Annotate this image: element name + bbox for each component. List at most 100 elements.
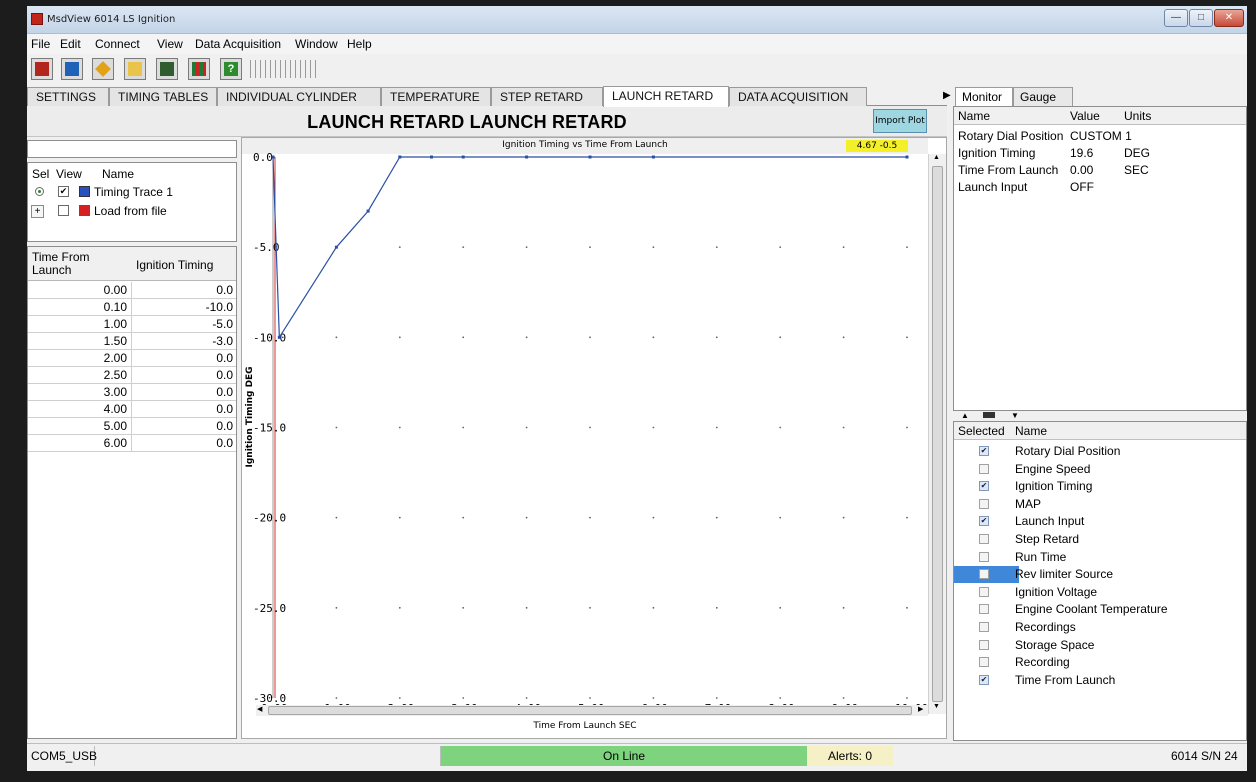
channel-row[interactable]: Engine Coolant Temperature bbox=[954, 601, 1246, 618]
channel-row[interactable]: Ignition Voltage bbox=[954, 584, 1246, 601]
time-cell[interactable]: 1.00 bbox=[28, 316, 132, 333]
help-icon[interactable]: ? bbox=[220, 58, 242, 80]
channel-row[interactable]: Rev limiter Source bbox=[954, 566, 1246, 584]
data-point[interactable] bbox=[525, 155, 529, 159]
chart-horizontal-scrollbar[interactable]: ◀ ▶ bbox=[256, 705, 928, 716]
table-row[interactable]: 3.00 0.0 bbox=[28, 384, 236, 401]
minimize-button[interactable]: — bbox=[1164, 9, 1188, 27]
channel-row[interactable]: ✔ Launch Input bbox=[954, 513, 1246, 530]
time-cell[interactable]: 6.00 bbox=[28, 435, 132, 452]
chart-icon[interactable] bbox=[31, 58, 53, 80]
channel-checkbox[interactable]: ✔ bbox=[979, 481, 989, 492]
channel-row[interactable]: Run Time bbox=[954, 549, 1246, 566]
table-row[interactable]: 6.00 0.0 bbox=[28, 435, 236, 452]
maximize-button[interactable]: □ bbox=[1189, 9, 1213, 27]
trace-name[interactable]: Load from file bbox=[94, 204, 167, 218]
collapse-up-icon[interactable]: ▲ bbox=[961, 411, 969, 420]
channel-checkbox[interactable]: ✔ bbox=[979, 446, 989, 456]
data-point[interactable] bbox=[334, 245, 338, 249]
channel-checkbox[interactable] bbox=[979, 657, 989, 668]
trace-select-radio[interactable] bbox=[35, 187, 44, 196]
chart-edit-icon[interactable] bbox=[61, 58, 83, 80]
channel-row[interactable]: Engine Speed bbox=[954, 461, 1246, 478]
trace-row[interactable]: + Load from file bbox=[28, 202, 236, 220]
scroll-right-icon[interactable]: ▶ bbox=[918, 705, 923, 713]
close-button[interactable]: ✕ bbox=[1214, 9, 1244, 27]
tab-data-acquisition[interactable]: DATA ACQUISITION bbox=[729, 87, 867, 106]
scroll-left-icon[interactable]: ◀ bbox=[257, 705, 262, 713]
data-point[interactable] bbox=[271, 155, 275, 159]
import-plot-button[interactable]: Import Plot bbox=[873, 109, 927, 133]
table-row[interactable]: 5.00 0.0 bbox=[28, 418, 236, 435]
time-cell[interactable]: 4.00 bbox=[28, 401, 132, 418]
channel-row[interactable]: ✔ Ignition Timing bbox=[954, 478, 1246, 495]
channel-row[interactable]: ✔ Time From Launch bbox=[954, 672, 1246, 689]
splitter-grip-icon[interactable] bbox=[983, 412, 995, 418]
channel-checkbox[interactable] bbox=[979, 622, 989, 632]
tab-launch-retard[interactable]: LAUNCH RETARD bbox=[603, 86, 729, 107]
timing-cell[interactable]: 0.0 bbox=[132, 418, 236, 435]
channel-checkbox[interactable] bbox=[979, 639, 989, 650]
data-point[interactable] bbox=[366, 209, 370, 213]
channel-row[interactable]: MAP bbox=[954, 496, 1246, 513]
channel-checkbox[interactable] bbox=[979, 551, 989, 562]
menu-view[interactable]: View bbox=[157, 37, 183, 51]
channel-row[interactable]: Step Retard bbox=[954, 531, 1246, 548]
tab-individual-cylinder[interactable]: INDIVIDUAL CYLINDER bbox=[217, 87, 381, 106]
collapse-down-icon[interactable]: ▼ bbox=[1011, 411, 1019, 420]
scroll-up-icon[interactable]: ▲ bbox=[933, 154, 940, 161]
data-point[interactable] bbox=[651, 155, 655, 159]
channel-checkbox[interactable] bbox=[979, 463, 989, 474]
ignition-timing-chart[interactable]: 0.0-5.0-10.0-15.0-20.0-25.0-30.00.001.00… bbox=[242, 138, 928, 720]
chart-vertical-scrollbar[interactable]: ▲ ▼ bbox=[928, 154, 946, 714]
trace-filter-field[interactable] bbox=[27, 140, 237, 158]
timing-cell[interactable]: 0.0 bbox=[132, 367, 236, 384]
timing-cell[interactable]: -3.0 bbox=[132, 333, 236, 350]
time-cell[interactable]: 0.10 bbox=[28, 299, 132, 316]
data-point[interactable] bbox=[277, 335, 281, 339]
diamond-icon[interactable] bbox=[92, 58, 114, 80]
data-point[interactable] bbox=[461, 155, 465, 159]
channel-checkbox[interactable] bbox=[979, 498, 989, 509]
channel-row[interactable]: Recordings bbox=[954, 619, 1246, 636]
grid-icon[interactable] bbox=[188, 58, 210, 80]
save-icon[interactable] bbox=[156, 58, 178, 80]
channel-checkbox[interactable] bbox=[979, 569, 989, 580]
tab-gauge-1[interactable]: Gauge 1 bbox=[1013, 87, 1073, 122]
channel-checkbox[interactable]: ✔ bbox=[979, 516, 989, 527]
trace-view-checkbox[interactable] bbox=[58, 205, 69, 216]
scroll-down-icon[interactable]: ▼ bbox=[933, 703, 940, 710]
time-cell[interactable]: 0.00 bbox=[28, 282, 132, 299]
table-row[interactable]: 0.00 0.0 bbox=[28, 282, 236, 299]
timing-cell[interactable]: 0.0 bbox=[132, 282, 236, 299]
channel-row[interactable]: Storage Space bbox=[954, 637, 1246, 654]
trace-color-swatch[interactable] bbox=[79, 186, 90, 197]
time-cell[interactable]: 5.00 bbox=[28, 418, 132, 435]
timing-cell[interactable]: -5.0 bbox=[132, 316, 236, 333]
channel-checkbox[interactable] bbox=[979, 586, 989, 597]
data-point[interactable] bbox=[588, 155, 592, 159]
table-row[interactable]: 2.50 0.0 bbox=[28, 367, 236, 384]
vertical-scroll-thumb[interactable] bbox=[932, 166, 943, 702]
table-row[interactable]: 0.10 -10.0 bbox=[28, 299, 236, 316]
table-row[interactable]: 4.00 0.0 bbox=[28, 401, 236, 418]
table-row[interactable]: 1.00 -5.0 bbox=[28, 316, 236, 333]
tab-step-retard[interactable]: STEP RETARD bbox=[491, 87, 603, 106]
add-trace-button[interactable]: + bbox=[31, 205, 44, 218]
tab-monitor[interactable]: Monitor bbox=[955, 87, 1013, 106]
channel-row[interactable]: Recording bbox=[954, 654, 1246, 671]
time-cell[interactable]: 3.00 bbox=[28, 384, 132, 401]
channel-checkbox[interactable]: ✔ bbox=[979, 674, 989, 685]
trace-color-swatch[interactable] bbox=[79, 205, 90, 216]
status-alerts[interactable]: Alerts: 0 bbox=[807, 746, 893, 766]
timing-cell[interactable]: 0.0 bbox=[132, 435, 236, 452]
table-row[interactable]: 1.50 -3.0 bbox=[28, 333, 236, 350]
horizontal-scroll-thumb[interactable] bbox=[268, 706, 912, 715]
menu-help[interactable]: Help bbox=[347, 37, 372, 51]
time-cell[interactable]: 2.50 bbox=[28, 367, 132, 384]
data-point[interactable] bbox=[430, 155, 433, 159]
menu-data-acquisition[interactable]: Data Acquisition bbox=[195, 37, 281, 51]
trace-row[interactable]: ✔ Timing Trace 1 bbox=[28, 183, 236, 201]
data-point[interactable] bbox=[905, 155, 909, 159]
table-row[interactable]: 2.00 0.0 bbox=[28, 350, 236, 367]
